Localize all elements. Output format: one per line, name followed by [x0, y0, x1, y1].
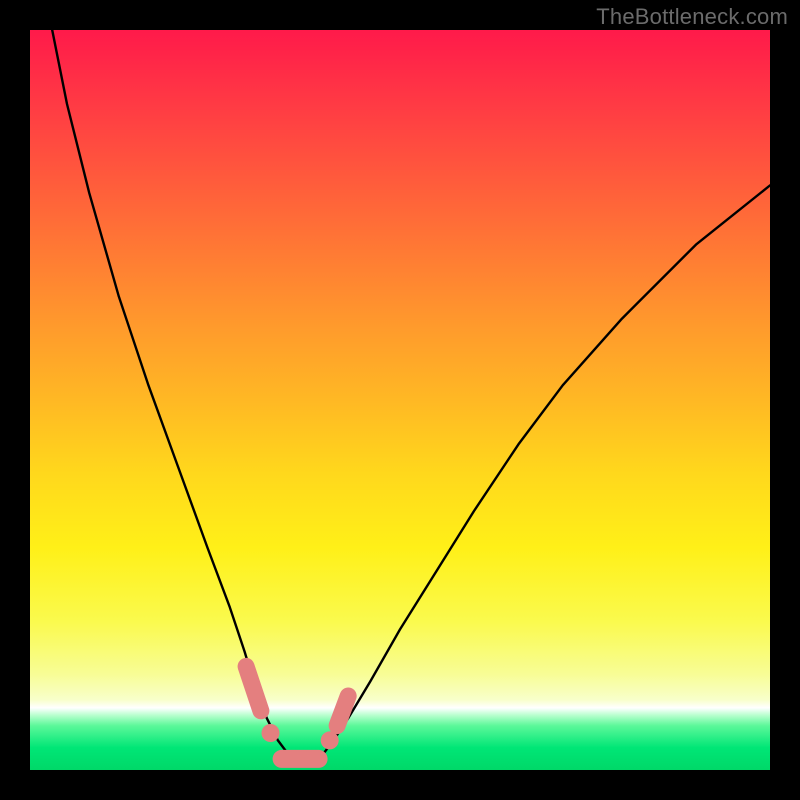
watermark-text: TheBottleneck.com	[596, 4, 788, 30]
marker-layer	[246, 666, 348, 759]
curve-marker-segment	[246, 666, 261, 710]
chart-frame: TheBottleneck.com	[0, 0, 800, 800]
curve-marker	[321, 731, 339, 749]
plot-area	[30, 30, 770, 770]
curve-marker-segment	[337, 696, 348, 726]
chart-overlay	[30, 30, 770, 770]
curve-marker	[262, 724, 280, 742]
bottleneck-curve	[52, 30, 770, 763]
